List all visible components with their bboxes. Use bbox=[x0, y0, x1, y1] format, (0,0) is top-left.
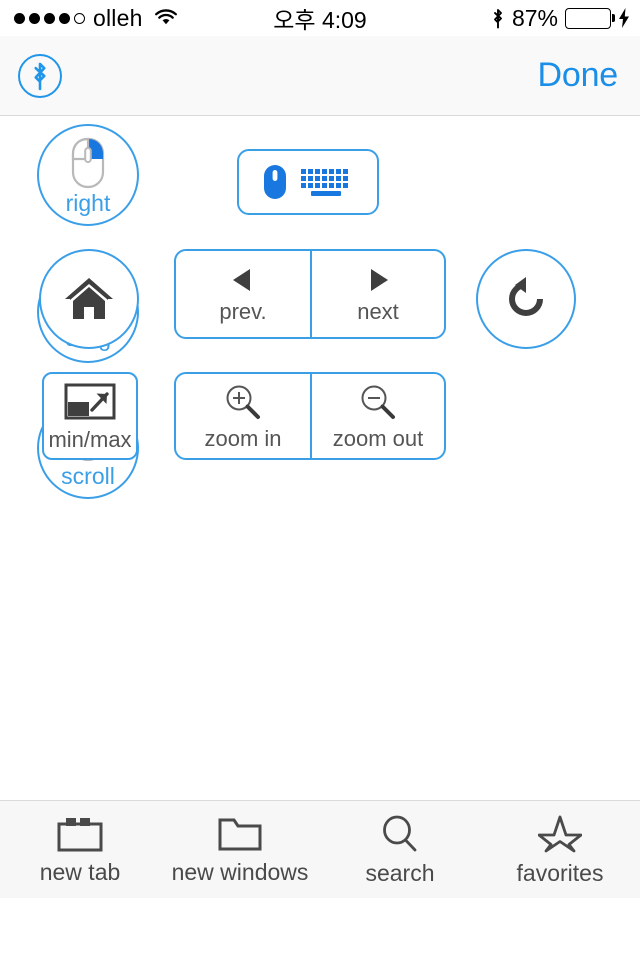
button-label: zoom in bbox=[204, 426, 282, 451]
refresh-counterclockwise-icon bbox=[502, 275, 550, 323]
tab-favorites[interactable]: favorites bbox=[480, 801, 640, 898]
button-label: zoom out bbox=[332, 426, 424, 451]
folder-icon bbox=[217, 816, 263, 852]
zoom-in-button[interactable]: zoom in bbox=[176, 374, 310, 458]
magnifier-plus-icon bbox=[223, 382, 263, 422]
status-bar: olleh 오후 4:09 87% bbox=[0, 0, 640, 36]
button-label: next bbox=[357, 299, 399, 324]
prev-button[interactable]: prev. bbox=[176, 251, 310, 337]
main-content: right drag scroll bbox=[0, 116, 640, 898]
right-click-button[interactable]: right bbox=[37, 124, 139, 226]
star-icon bbox=[538, 815, 582, 853]
tab-new-windows[interactable]: new windows bbox=[160, 801, 320, 898]
keyboard-icon bbox=[299, 164, 355, 200]
tab-new-tab[interactable]: new tab bbox=[0, 801, 160, 898]
refresh-button[interactable] bbox=[476, 249, 576, 349]
bluetooth-status-button[interactable] bbox=[18, 53, 62, 98]
tab-label: new tab bbox=[39, 858, 121, 885]
prev-next-button-group: prev. next bbox=[174, 249, 446, 339]
next-button[interactable]: next bbox=[310, 251, 444, 337]
navigation-bar: Done bbox=[0, 36, 640, 116]
button-label: right bbox=[65, 189, 111, 216]
battery-percentage: 87% bbox=[511, 4, 558, 31]
button-label: prev. bbox=[219, 299, 267, 324]
tab-label: new windows bbox=[171, 858, 309, 885]
search-icon bbox=[380, 815, 420, 853]
done-button[interactable]: Done bbox=[538, 56, 619, 95]
battery-icon bbox=[565, 7, 615, 29]
button-label: scroll bbox=[61, 462, 115, 489]
minimize-maximize-icon bbox=[64, 382, 116, 424]
button-label: min/max bbox=[48, 426, 132, 452]
mouse-keyboard-toggle-button[interactable] bbox=[237, 149, 379, 215]
tab-label: search bbox=[365, 859, 435, 886]
zoom-button-group: zoom in zoom out bbox=[174, 372, 446, 460]
home-icon bbox=[63, 275, 115, 323]
mouse-right-click-icon bbox=[65, 136, 111, 190]
tabs-icon bbox=[57, 816, 103, 852]
status-bar-right: 87% bbox=[491, 5, 630, 32]
magnifier-minus-icon bbox=[358, 382, 398, 422]
home-button[interactable] bbox=[39, 249, 139, 349]
triangle-right-icon bbox=[363, 265, 393, 295]
bottom-tab-bar: new tab new windows search favorites bbox=[0, 800, 640, 898]
lightning-bolt-icon bbox=[618, 8, 630, 28]
zoom-out-button[interactable]: zoom out bbox=[310, 374, 444, 458]
mouse-icon bbox=[261, 163, 289, 201]
triangle-left-icon bbox=[228, 265, 258, 295]
tab-label: favorites bbox=[516, 859, 604, 886]
bluetooth-icon bbox=[34, 62, 46, 90]
min-max-button[interactable]: min/max bbox=[42, 372, 138, 460]
tab-search[interactable]: search bbox=[320, 801, 480, 898]
bluetooth-icon bbox=[491, 8, 505, 29]
